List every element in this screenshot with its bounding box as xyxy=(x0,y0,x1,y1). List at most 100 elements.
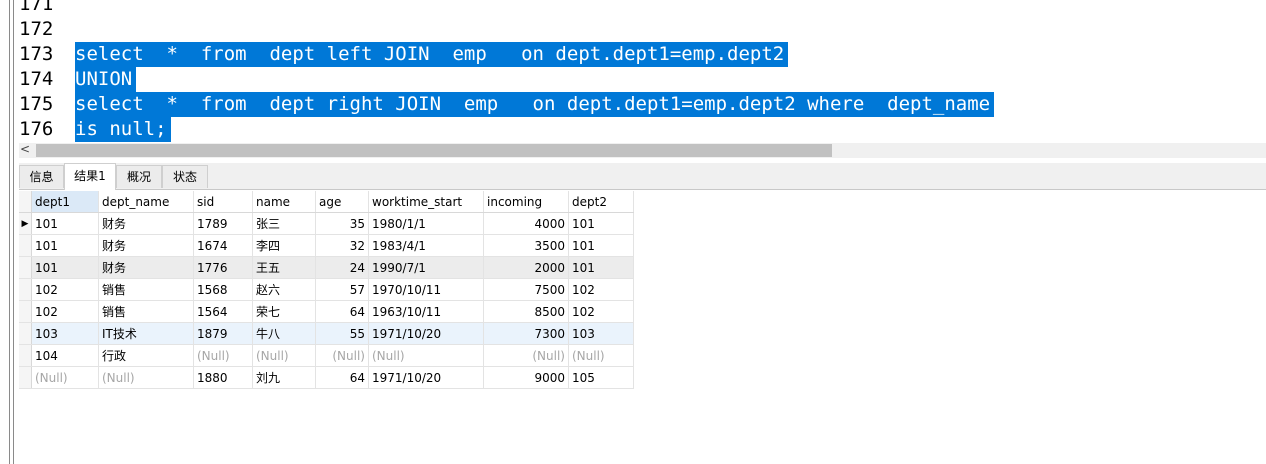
cell-worktime-start[interactable]: 1980/1/1 xyxy=(368,212,484,235)
cell-sid[interactable]: 1880 xyxy=(193,366,253,389)
cell-dept2[interactable]: 102 xyxy=(568,278,634,301)
cell-worktime-start[interactable]: 1963/10/11 xyxy=(368,300,484,323)
result-grid[interactable]: dept1 dept_name sid name age worktime_start in… xyxy=(19,191,634,389)
sql-editor[interactable]: 171 172 173 select * from dept left JOIN em… xyxy=(19,0,1266,143)
cell-name[interactable]: 王五 xyxy=(252,256,316,279)
tab-overview[interactable]: 概况 xyxy=(116,165,162,188)
column-header-name[interactable]: name xyxy=(252,191,316,213)
cell-name[interactable]: 李四 xyxy=(252,234,316,257)
cell-name[interactable]: 荣七 xyxy=(252,300,316,323)
cell-worktime-start[interactable]: (Null) xyxy=(368,344,484,367)
cell-incoming[interactable]: 9000 xyxy=(483,366,569,389)
cell-age[interactable]: 24 xyxy=(315,256,369,279)
cell-age[interactable]: 64 xyxy=(315,300,369,323)
line-number: 176 xyxy=(19,118,54,140)
column-header-worktime-start[interactable]: worktime_start xyxy=(368,191,484,213)
table-row[interactable]: ▶ 101 财务 1789 张三 35 1980/1/1 4000 101 xyxy=(19,212,634,235)
selected-code-text[interactable]: UNION xyxy=(75,67,137,92)
cell-sid[interactable]: 1789 xyxy=(193,212,253,235)
cell-dept2[interactable]: 101 xyxy=(568,212,634,235)
cell-sid[interactable]: 1568 xyxy=(193,278,253,301)
line-number: 171 xyxy=(19,0,54,15)
column-header-dept-name[interactable]: dept_name xyxy=(98,191,194,213)
cell-incoming[interactable]: 3500 xyxy=(483,234,569,257)
cell-dept-name[interactable]: 财务 xyxy=(98,256,194,279)
tab-status[interactable]: 状态 xyxy=(162,165,208,188)
cell-dept2[interactable]: 103 xyxy=(568,322,634,345)
cell-worktime-start[interactable]: 1983/4/1 xyxy=(368,234,484,257)
scroll-left-arrow-icon[interactable]: < xyxy=(19,141,31,156)
table-row[interactable]: 101 财务 1674 李四 32 1983/4/1 3500 101 xyxy=(19,234,634,257)
column-header-age[interactable]: age xyxy=(315,191,369,213)
row-indicator xyxy=(19,366,32,389)
cell-dept-name[interactable]: 财务 xyxy=(98,212,194,235)
cell-dept1[interactable]: 101 xyxy=(31,256,99,279)
cell-incoming[interactable]: (Null) xyxy=(483,344,569,367)
table-row[interactable]: 103 IT技术 1879 牛八 55 1971/10/20 7300 103 xyxy=(19,322,634,345)
selected-code-text[interactable]: select * from dept right JOIN emp on dep… xyxy=(75,92,995,117)
column-header-incoming[interactable]: incoming xyxy=(483,191,569,213)
cell-name[interactable]: 牛八 xyxy=(252,322,316,345)
gutter-line xyxy=(9,0,10,464)
column-header-sid[interactable]: sid xyxy=(193,191,253,213)
cell-name[interactable]: (Null) xyxy=(252,344,316,367)
cell-worktime-start[interactable]: 1990/7/1 xyxy=(368,256,484,279)
cell-dept2[interactable]: (Null) xyxy=(568,344,634,367)
cell-worktime-start[interactable]: 1971/10/20 xyxy=(368,322,484,345)
tab-result1[interactable]: 结果1 xyxy=(64,163,116,190)
column-header-dept2[interactable]: dept2 xyxy=(568,191,634,213)
tab-info[interactable]: 信息 xyxy=(19,165,64,188)
cell-sid[interactable]: 1564 xyxy=(193,300,253,323)
cell-dept1[interactable]: 104 xyxy=(31,344,99,367)
table-row[interactable]: 102 销售 1568 赵六 57 1970/10/11 7500 102 xyxy=(19,278,634,301)
cell-worktime-start[interactable]: 1971/10/20 xyxy=(368,366,484,389)
cell-dept1[interactable]: 102 xyxy=(31,300,99,323)
cell-dept2[interactable]: 105 xyxy=(568,366,634,389)
cell-name[interactable]: 刘九 xyxy=(252,366,316,389)
cell-sid[interactable]: (Null) xyxy=(193,344,253,367)
cell-dept2[interactable]: 101 xyxy=(568,256,634,279)
cell-dept-name[interactable]: 财务 xyxy=(98,234,194,257)
selected-code-text[interactable]: select * from dept left JOIN emp on dept… xyxy=(75,42,789,67)
cell-dept-name[interactable]: 销售 xyxy=(98,278,194,301)
cell-incoming[interactable]: 7300 xyxy=(483,322,569,345)
cell-dept-name[interactable]: IT技术 xyxy=(98,322,194,345)
table-row[interactable]: 104 行政 (Null) (Null) (Null) (Null) (Null) (Null… xyxy=(19,344,634,367)
cell-age[interactable]: 57 xyxy=(315,278,369,301)
row-indicator xyxy=(19,278,32,301)
cell-name[interactable]: 赵六 xyxy=(252,278,316,301)
cell-dept-name[interactable]: (Null) xyxy=(98,366,194,389)
horizontal-scrollbar[interactable]: < xyxy=(19,141,1266,158)
cell-age[interactable]: 55 xyxy=(315,322,369,345)
cell-sid[interactable]: 1674 xyxy=(193,234,253,257)
cell-sid[interactable]: 1776 xyxy=(193,256,253,279)
cell-age[interactable]: (Null) xyxy=(315,344,369,367)
table-row[interactable]: (Null) (Null) 1880 刘九 64 1971/10/20 9000 105 xyxy=(19,366,634,389)
cell-dept-name[interactable]: 销售 xyxy=(98,300,194,323)
table-row[interactable]: 102 销售 1564 荣七 64 1963/10/11 8500 102 xyxy=(19,300,634,323)
cell-incoming[interactable]: 2000 xyxy=(483,256,569,279)
cell-dept2[interactable]: 101 xyxy=(568,234,634,257)
cell-age[interactable]: 64 xyxy=(315,366,369,389)
selected-code-text[interactable]: is null; xyxy=(75,117,171,142)
cell-age[interactable]: 35 xyxy=(315,212,369,235)
column-header-dept1[interactable]: dept1 xyxy=(31,191,99,213)
cell-dept2[interactable]: 102 xyxy=(568,300,634,323)
cell-sid[interactable]: 1879 xyxy=(193,322,253,345)
scrollbar-thumb[interactable] xyxy=(36,144,832,157)
cell-dept1[interactable]: (Null) xyxy=(31,366,99,389)
cell-incoming[interactable]: 8500 xyxy=(483,300,569,323)
cell-age[interactable]: 32 xyxy=(315,234,369,257)
cell-dept1[interactable]: 101 xyxy=(31,212,99,235)
table-row[interactable]: 101 财务 1776 王五 24 1990/7/1 2000 101 xyxy=(19,256,634,279)
cell-name[interactable]: 张三 xyxy=(252,212,316,235)
cell-dept1[interactable]: 101 xyxy=(31,234,99,257)
cell-dept1[interactable]: 103 xyxy=(31,322,99,345)
cell-dept-name[interactable]: 行政 xyxy=(98,344,194,367)
current-row-indicator-icon: ▶ xyxy=(19,212,32,235)
cell-incoming[interactable]: 7500 xyxy=(483,278,569,301)
result-tabs: 信息 结果1 概况 状态 xyxy=(19,163,1266,190)
cell-incoming[interactable]: 4000 xyxy=(483,212,569,235)
cell-dept1[interactable]: 102 xyxy=(31,278,99,301)
cell-worktime-start[interactable]: 1970/10/11 xyxy=(368,278,484,301)
